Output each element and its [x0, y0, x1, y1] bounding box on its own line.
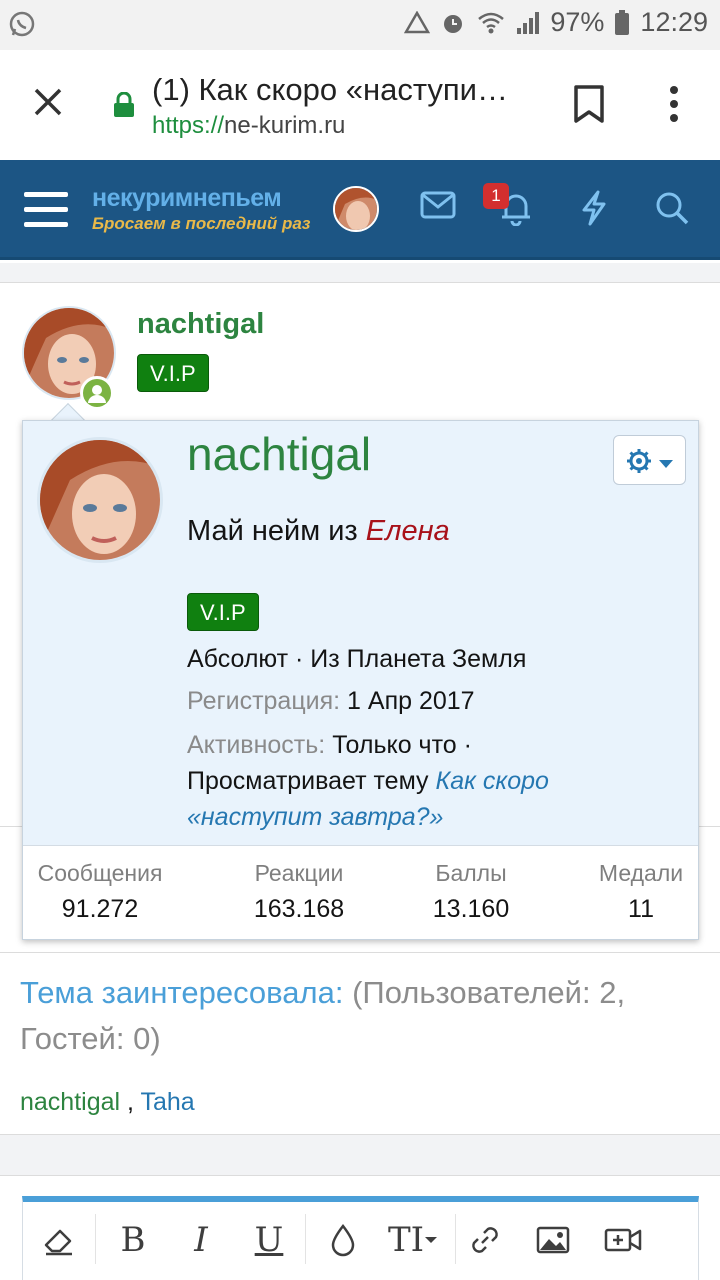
gear-icon — [626, 448, 652, 479]
stat-messages[interactable]: Сообщения 91.272 — [33, 860, 167, 924]
member-activity: Активность: Только что · — [187, 731, 472, 760]
toolbar-separator — [305, 1214, 306, 1264]
mail-icon[interactable] — [420, 190, 456, 225]
browser-toolbar: (1) Как скоро «наступи… https://ne-kurim… — [0, 50, 720, 160]
stat-points[interactable]: Баллы 13.160 — [419, 860, 523, 924]
color-drop-icon[interactable] — [321, 1220, 365, 1260]
alarm-icon — [440, 10, 466, 36]
activity-value: Только что · — [332, 731, 472, 759]
toolbar-separator — [455, 1214, 456, 1264]
close-tab-icon[interactable] — [26, 80, 70, 124]
video-icon[interactable] — [601, 1220, 645, 1260]
battery-percent: 97% — [550, 7, 605, 37]
activity-label: Активность: — [187, 731, 326, 759]
title-prefix: Май нейм из — [187, 515, 358, 547]
viewing-prefix: Просматривает тему — [187, 767, 429, 795]
address-bar[interactable]: https://ne-kurim.ru — [152, 112, 345, 140]
hamburger-menu-icon[interactable] — [24, 192, 68, 228]
whatsapp-icon — [8, 10, 36, 43]
viewer-link[interactable]: nachtigal — [20, 1088, 120, 1116]
post-author-username[interactable]: nachtigal — [137, 308, 264, 341]
title-name: Елена — [365, 515, 450, 547]
lock-icon[interactable] — [113, 91, 135, 123]
logo-title: некуримнепьем — [92, 184, 282, 212]
member-tooltip-card: nachtigal Май нейм из Елена V.I.P Абсолю… — [22, 420, 699, 940]
site-logo[interactable]: некуримнепьем Бросаем в последний раз — [92, 184, 310, 234]
chevron-down-icon — [425, 1237, 438, 1243]
member-avatar[interactable] — [37, 437, 163, 563]
post-author-vip-badge: V.I.P — [137, 354, 209, 392]
image-icon[interactable] — [531, 1220, 575, 1260]
logo-slogan: Бросаем в последний раз — [92, 214, 311, 233]
recycle-icon — [404, 10, 431, 35]
stat-reactions[interactable]: Реакции 163.168 — [229, 860, 369, 924]
italic-button[interactable]: I — [179, 1220, 223, 1260]
stat-value: 91.272 — [61, 895, 139, 923]
battery-icon — [614, 9, 630, 36]
link-icon[interactable] — [463, 1220, 507, 1260]
lightning-icon[interactable] — [578, 190, 610, 231]
status-bar: 97% 12:29 — [0, 0, 720, 50]
stat-medals[interactable]: Медали 11 — [589, 860, 693, 924]
clock-time: 12:29 — [640, 7, 708, 37]
url-host: ne-kurim.ru — [224, 112, 346, 139]
bookmark-icon[interactable] — [572, 84, 606, 129]
eraser-icon[interactable] — [37, 1220, 81, 1260]
stat-label: Медали — [598, 860, 684, 886]
member-vip-badge: V.I.P — [187, 593, 259, 631]
url-scheme: https:// — [152, 112, 225, 139]
member-actions-button[interactable] — [613, 435, 686, 485]
viewing-thread-link[interactable]: Как скоро — [436, 767, 549, 795]
page-title[interactable]: (1) Как скоро «наступи… — [152, 72, 522, 108]
viewer-link[interactable]: Taha — [140, 1088, 194, 1116]
search-icon[interactable] — [654, 190, 690, 231]
member-custom-title: Май нейм из Елена — [187, 515, 450, 548]
registration-label: Регистрация: — [187, 687, 341, 715]
viewer-separator: , — [127, 1088, 134, 1116]
chevron-down-icon — [658, 456, 674, 474]
text-size-button[interactable]: TI — [383, 1220, 443, 1260]
toolbar-separator — [95, 1214, 96, 1264]
page-band — [0, 263, 720, 283]
divider — [0, 952, 720, 953]
stat-label: Сообщения — [37, 860, 163, 886]
text-size-label: TI — [387, 1220, 425, 1260]
page-band — [0, 1134, 720, 1176]
viewer-list: nachtigal , Taha — [20, 1088, 195, 1117]
member-viewing-cont: «наступит завтра?» — [187, 803, 443, 832]
member-registration: Регистрация: 1 Апр 2017 — [187, 687, 475, 716]
member-stats: Сообщения 91.272 Реакции 163.168 Баллы 1… — [23, 845, 698, 939]
reply-editor-toolbar: B I U TI — [22, 1196, 699, 1280]
viewing-thread-link-cont[interactable]: «наступит завтра?» — [187, 803, 443, 831]
alerts-count-badge[interactable]: 1 — [483, 183, 509, 209]
viewers-title: Тема заинтересовала: — [20, 975, 344, 1010]
stat-value: 13.160 — [432, 895, 510, 923]
registration-value: 1 Апр 2017 — [347, 687, 475, 715]
thread-viewers-heading: Тема заинтересовала: (Пользователей: 2, … — [20, 970, 700, 1062]
stat-value: 163.168 — [253, 895, 345, 923]
stat-value: 11 — [628, 895, 654, 923]
stat-label: Реакции — [254, 860, 344, 886]
online-status-icon — [80, 376, 114, 410]
stat-label: Баллы — [435, 860, 507, 886]
underline-button[interactable]: U — [247, 1220, 291, 1260]
header-avatar[interactable] — [333, 186, 379, 232]
member-rank-location: Абсолют · Из Планета Земля — [187, 645, 527, 673]
member-username[interactable]: nachtigal — [187, 427, 371, 481]
member-viewing: Просматривает тему Как скоро — [187, 767, 549, 796]
signal-icon — [516, 11, 540, 35]
more-menu-icon[interactable] — [660, 84, 688, 129]
bold-button[interactable]: B — [111, 1220, 155, 1260]
wifi-icon — [476, 10, 506, 36]
